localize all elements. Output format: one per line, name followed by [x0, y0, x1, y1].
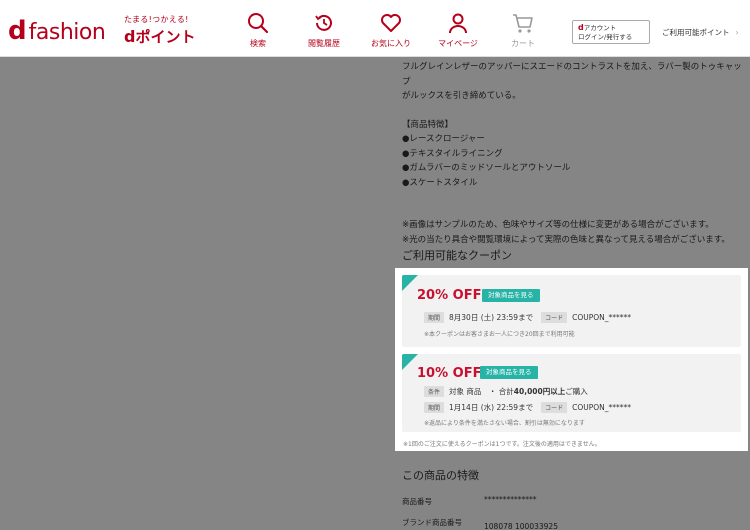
coupon-discount: 20% OFF [417, 288, 482, 303]
person-icon [449, 13, 467, 34]
period-label: 期間 [424, 402, 445, 413]
condition-label: 条件 [424, 386, 445, 397]
coupon-card: 20% OFF 対象商品を見る 期間 8月30日 (土) 23:59まで コード… [402, 275, 741, 347]
view-target-items-button[interactable]: 対象商品を見る [480, 366, 538, 379]
period-value: 1月14日 (水) 22:59まで [449, 403, 534, 412]
site-header: d fashion たまる!つかえる! dポイント 検索 閲覧履歴 お気に入り … [0, 0, 750, 57]
period-value: 8月30日 (土) 23:59まで [449, 313, 534, 322]
condition-post: ご購入 [565, 387, 588, 396]
code-value: COUPON_****** [572, 403, 632, 412]
desc-feature: ●テキスタイルライニング [402, 148, 503, 159]
coupon-note: ※本クーポンはお客さまお一人につき20回まで利用可能 [424, 331, 575, 338]
coupon-discount: 10% OFF [417, 366, 482, 381]
desc-feature: ●レースクロージャー [402, 134, 485, 144]
nav-search-label: 検索 [250, 39, 266, 48]
desc-feature: ●スケートスタイル [402, 177, 478, 188]
product-description: フルグレインレザーのアッパーにスエードのコントラストを加え、ラバー製のトゥキャッ… [402, 60, 742, 247]
account-line2: ログイン/発行する [578, 33, 633, 41]
spec-label: ブランド商品番号 [402, 518, 462, 527]
spec-value: 108078 100033925 [484, 522, 558, 530]
condition-pre: 対象 商品 ・ 合計 [449, 387, 514, 396]
dpoint-logo[interactable]: たまる!つかえる! dポイント [124, 14, 195, 47]
desc-intro-1: フルグレインレザーのアッパーにスエードのコントラストを加え、ラバー製のトゥキャッ… [402, 62, 742, 87]
code-value: COUPON_****** [572, 313, 632, 322]
desc-intro-2: がルックスを引き締めている。 [402, 91, 521, 101]
condition-amount: 40,000円以上 [513, 387, 566, 396]
nav-search[interactable]: 検索 [228, 12, 288, 49]
available-points-link[interactable]: ご利用可能ポイント › [662, 27, 739, 38]
dpoint-tagline: たまる!つかえる! [124, 15, 189, 24]
nav-cart[interactable]: カート [493, 12, 553, 49]
history-icon [315, 14, 332, 31]
heart-icon [381, 14, 401, 32]
view-target-items-button[interactable]: 対象商品を見る [482, 289, 540, 302]
coupon-note: ※返品により条件を満たさない場合、割引は無効になります [424, 420, 585, 427]
spec-value: ************** [484, 495, 537, 504]
cart-icon [513, 14, 533, 33]
available-points-label: ご利用可能ポイント [662, 28, 730, 37]
nav-mypage[interactable]: マイページ [428, 12, 488, 49]
logo-fashion: fashion [28, 20, 106, 45]
account-line1: アカウント [583, 24, 617, 32]
desc-feature: ●ガムラバーのミッドソールとアウトソール [402, 163, 571, 173]
nav-history[interactable]: 閲覧履歴 [294, 12, 354, 49]
search-icon [248, 13, 269, 34]
account-login-button[interactable]: dアカウント ログイン/発行する [572, 20, 650, 44]
spec-label: 商品番号 [402, 497, 432, 506]
dpoint-text: dポイント [124, 27, 196, 46]
nav-favorites-label: お気に入り [371, 39, 411, 48]
dfashion-logo[interactable]: d fashion [8, 16, 106, 46]
coupon-list-highlight: 20% OFF 対象商品を見る 期間 8月30日 (土) 23:59まで コード… [395, 268, 748, 451]
coupon-footer-note: ※1回のご注文に使えるクーポンは1つです。注文後の適用はできません。 [403, 441, 601, 448]
nav-favorites[interactable]: お気に入り [361, 12, 421, 49]
coupon-corner-ribbon [402, 354, 418, 370]
code-label: コード [541, 312, 568, 323]
nav-mypage-label: マイページ [438, 39, 478, 48]
coupon-card: 10% OFF 対象商品を見る 条件 対象 商品 ・ 合計 40,000円以上 … [402, 354, 741, 432]
desc-note: ※画像はサンプルのため、色味やサイズ等の仕様に変更がある場合がございます。 [402, 220, 714, 230]
coupon-corner-ribbon [402, 275, 418, 291]
coupon-condition-row: 条件 対象 商品 ・ 合計 40,000円以上 ご購入 [424, 386, 588, 397]
nav-history-label: 閲覧履歴 [308, 39, 340, 48]
desc-note: ※光の当たり具合や閲覧環境によって実際の色味と異なって見える場合がございます。 [402, 234, 730, 245]
desc-features-head: 【商品特徴】 [402, 119, 454, 130]
chevron-right-icon: › [735, 28, 739, 37]
nav-cart-label: カート [511, 39, 535, 48]
logo-d: d [8, 16, 27, 46]
coupons-section-title: ご利用可能なクーポン [402, 249, 512, 262]
product-features-title: この商品の特徴 [402, 469, 479, 482]
coupon-period-row: 期間 1月14日 (水) 22:59まで コード COUPON_****** [424, 402, 631, 413]
period-label: 期間 [424, 312, 445, 323]
coupon-period-row: 期間 8月30日 (土) 23:59まで コード COUPON_****** [424, 312, 631, 323]
code-label: コード [541, 402, 568, 413]
